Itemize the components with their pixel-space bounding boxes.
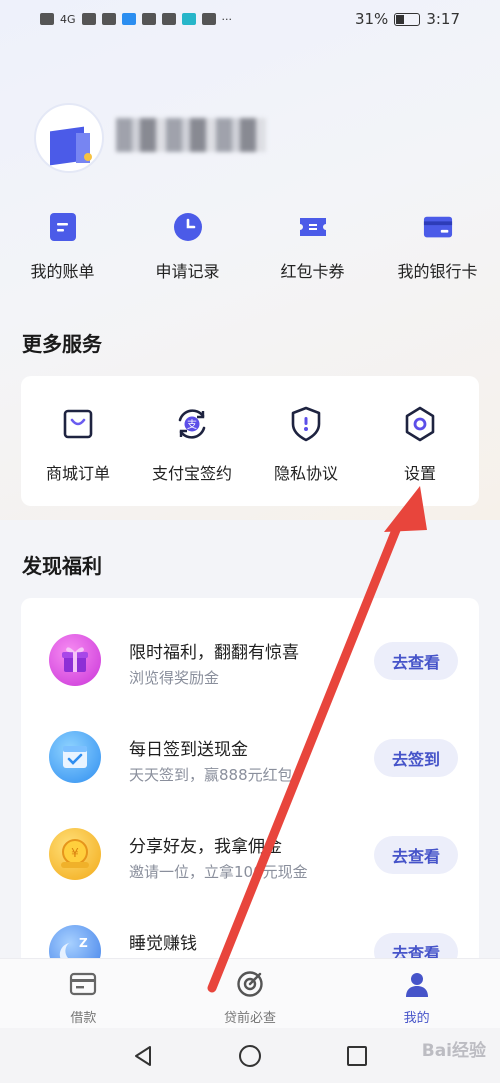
back-icon[interactable]: [129, 1042, 157, 1070]
welfare-title: 发现福利: [22, 554, 102, 578]
status-bar: 4G ··· 31% 3:17: [0, 0, 500, 38]
welfare-item-title: 分享好友，我拿佣金: [129, 837, 282, 857]
view-button[interactable]: 去查看: [374, 836, 458, 874]
welfare-item[interactable]: ¥ 分享好友，我拿佣金 邀请一位，立拿100元现金 去查看: [21, 806, 479, 902]
service-label: 商城订单: [45, 464, 110, 483]
tab-pre-loan-check[interactable]: 贷前必查: [167, 959, 334, 1028]
clock-icon: [173, 212, 203, 242]
welfare-item-subtitle: 邀请一位，立拿100元现金: [129, 863, 308, 881]
tab-label: 贷前必查: [224, 1011, 277, 1026]
bank-card-icon: [423, 212, 453, 242]
battery-percent: 31%: [354, 10, 389, 28]
svg-text:支: 支: [187, 419, 197, 431]
avatar[interactable]: [34, 103, 104, 173]
more-services-card: 商城订单 支 支付宝签约 隐私协议 设置: [21, 376, 479, 506]
svg-text:Z: Z: [79, 936, 88, 950]
more-dots-icon: ···: [221, 12, 233, 26]
view-button[interactable]: 去查看: [374, 642, 458, 680]
service-privacy[interactable]: 隐私协议: [249, 376, 363, 484]
hd-icon: [40, 13, 54, 25]
quick-item-coupons[interactable]: 红包卡券: [250, 212, 375, 282]
shield-status-icon: [141, 13, 156, 25]
wifi-icon: [101, 13, 116, 25]
quick-item-bill[interactable]: 我的账单: [0, 212, 125, 282]
bottom-tab-bar: 借款 贷前必查 我的: [0, 958, 500, 1028]
welfare-card: 限时福利，翻翻有惊喜 浏览得奖励金 去查看 每日签到送现金 天天签到，赢888元…: [21, 598, 479, 978]
welfare-item-title: 每日签到送现金: [129, 740, 248, 760]
loan-icon: [68, 969, 98, 999]
bill-icon: [48, 212, 78, 242]
quick-item-label: 申请记录: [155, 262, 220, 281]
coin-icon: ¥: [49, 828, 101, 880]
welfare-item-subtitle: 天天签到，赢888元红包: [129, 766, 293, 784]
quick-item-records[interactable]: 申请记录: [125, 212, 250, 282]
home-icon[interactable]: [236, 1042, 264, 1070]
service-label: 隐私协议: [273, 464, 338, 483]
more-services-title: 更多服务: [22, 332, 102, 356]
service-mall-orders[interactable]: 商城订单: [21, 376, 135, 484]
quick-actions: 我的账单 申请记录 红包卡券 我的银行卡: [0, 212, 500, 282]
quick-item-label: 我的账单: [30, 262, 95, 281]
welfare-item-title: 睡觉赚钱: [129, 934, 197, 954]
shield-icon: [288, 406, 324, 442]
shopping-bag-icon: [60, 406, 96, 442]
person-icon: [402, 969, 432, 999]
coupon-icon: [298, 212, 328, 242]
cloud-icon: [121, 13, 136, 25]
welfare-item[interactable]: 限时福利，翻翻有惊喜 浏览得奖励金 去查看: [21, 612, 479, 708]
username-blurred[interactable]: user: [116, 118, 266, 152]
search-app-icon: [181, 13, 196, 25]
quick-item-bank-card[interactable]: 我的银行卡: [375, 212, 500, 282]
clock-time: 3:17: [426, 10, 460, 28]
gear-icon: [402, 406, 438, 442]
service-settings[interactable]: 设置: [363, 376, 477, 484]
gift-icon: [49, 634, 101, 686]
sign-in-button[interactable]: 去签到: [374, 739, 458, 777]
tab-loan[interactable]: 借款: [0, 959, 167, 1028]
tab-label: 借款: [70, 1011, 97, 1026]
tab-label: 我的: [403, 1011, 430, 1026]
welfare-item-title: 限时福利，翻翻有惊喜: [129, 643, 299, 663]
status-icons: 4G ···: [40, 13, 232, 26]
svg-text:¥: ¥: [71, 846, 79, 860]
alipay-icon: 支: [174, 406, 210, 442]
service-label: 支付宝签约: [151, 464, 232, 483]
recent-apps-icon[interactable]: [343, 1042, 371, 1070]
watermark: Bai经验: [421, 1041, 486, 1061]
welfare-item-subtitle: 浏览得奖励金: [129, 669, 220, 687]
quick-item-label: 红包卡券: [280, 262, 345, 281]
battery-icon: [394, 12, 421, 26]
calendar-icon: [49, 731, 101, 783]
target-icon: [235, 969, 265, 999]
quick-item-label: 我的银行卡: [397, 262, 478, 281]
service-alipay-sign[interactable]: 支 支付宝签约: [135, 376, 249, 484]
avatar-star: [84, 153, 92, 161]
mail-icon: [201, 13, 216, 25]
message-icon: [161, 13, 176, 25]
tab-mine[interactable]: 我的: [333, 959, 500, 1028]
service-label: 设置: [403, 464, 436, 483]
signal-icon: [81, 13, 96, 25]
network-label: 4G: [60, 12, 76, 26]
welfare-item[interactable]: 每日签到送现金 天天签到，赢888元红包 去签到: [21, 709, 479, 805]
